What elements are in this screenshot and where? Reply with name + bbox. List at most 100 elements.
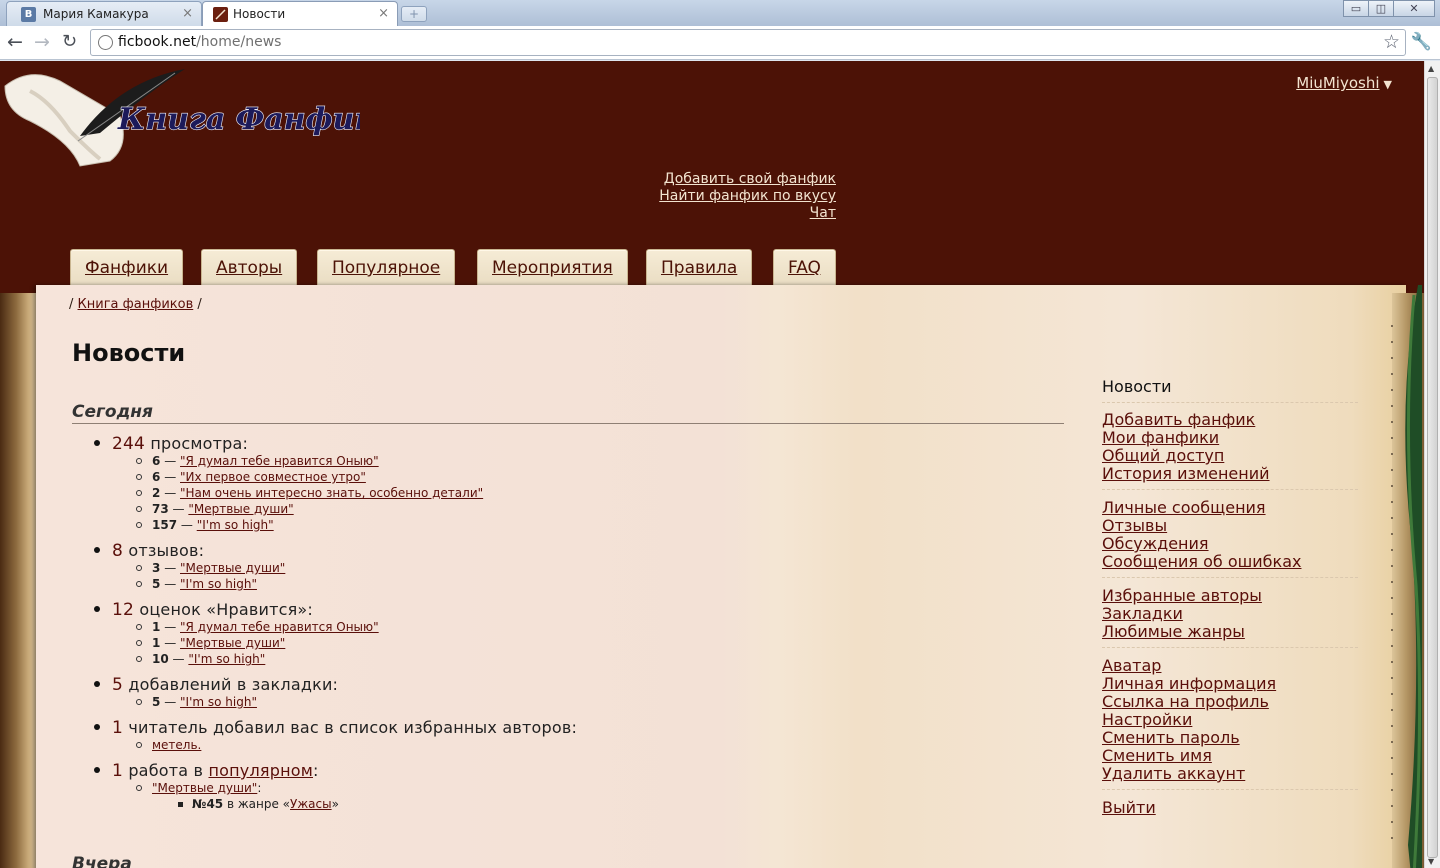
sidebar-title: Новости: [1102, 377, 1358, 403]
stat-popular: 1 работа в популярном: "Мертвые души": №…: [92, 762, 1052, 812]
book-spine: [0, 293, 40, 868]
bullet-icon: [94, 681, 100, 687]
list-item: 5 — "I'm so high": [112, 576, 1052, 592]
nav-tab-rules[interactable]: Правила: [646, 249, 753, 287]
browser-toolbar: ← → ↻ ficbook.net/home/news ☆ 🔧: [0, 26, 1440, 60]
reload-icon[interactable]: ↻: [62, 31, 77, 53]
sidebar-link[interactable]: Ссылка на профиль: [1102, 693, 1358, 711]
user-menu[interactable]: MiuMiyoshi ▼: [1296, 74, 1392, 92]
sidebar-link[interactable]: Отзывы: [1102, 517, 1358, 535]
close-tab-icon[interactable]: ×: [182, 6, 193, 21]
page-scrollbar[interactable]: ▲ ▼: [1424, 61, 1440, 868]
sidebar-link[interactable]: Сменить имя: [1102, 747, 1358, 765]
bullet-icon: [94, 724, 100, 730]
site-logo[interactable]: Книга Фанфиков: [0, 61, 415, 171]
sidebar-link[interactable]: Личные сообщения: [1102, 499, 1358, 517]
sidebar-link[interactable]: Закладки: [1102, 605, 1358, 623]
sidebar-link[interactable]: Настройки: [1102, 711, 1358, 729]
list-item: 1 — "Я думал тебе нравится Оныю": [112, 619, 1052, 635]
stat-views: 244 просмотра: 6 — "Я думал тебе нравитс…: [92, 435, 1052, 533]
scroll-down-arrow-icon[interactable]: ▼: [1428, 857, 1434, 866]
breadcrumb-home-link[interactable]: Книга фанфиков: [78, 297, 194, 312]
add-fanfic-link[interactable]: Добавить свой фанфик: [659, 171, 836, 188]
new-tab-button[interactable]: +: [401, 6, 427, 22]
breadcrumb: / Книга фанфиков /: [69, 297, 202, 312]
sidebar-link[interactable]: Избранные авторы: [1102, 587, 1358, 605]
sidebar-link[interactable]: Общий доступ: [1102, 447, 1358, 465]
fanfic-link[interactable]: "Мертвые души": [180, 561, 285, 575]
bullet-icon: [94, 547, 100, 553]
sidebar-link[interactable]: История изменений: [1102, 465, 1358, 483]
browser-tab-news[interactable]: Новости ×: [202, 1, 398, 26]
tab-title: Мария Камакура: [43, 7, 149, 21]
ivy-decoration-icon: [1391, 285, 1422, 868]
address-bar[interactable]: ficbook.net/home/news ☆: [90, 29, 1406, 56]
fanfic-link[interactable]: "Мертвые души": [188, 502, 293, 516]
list-item: метель.: [112, 737, 1052, 753]
list-item: "Мертвые души":: [112, 780, 1052, 796]
logo-text: Книга Фанфиков: [117, 102, 360, 137]
reader-link[interactable]: метель.: [152, 738, 201, 752]
sidebar-link[interactable]: Удалить аккаунт: [1102, 765, 1358, 783]
chat-link[interactable]: Чат: [659, 205, 836, 222]
stat-likes: 12 оценок «Нравится»: 1 — "Я думал тебе …: [92, 601, 1052, 667]
sidebar-link[interactable]: Сообщения об ошибках: [1102, 553, 1358, 571]
fanfic-link[interactable]: "Я думал тебе нравится Оныю": [180, 620, 379, 634]
sidebar-link[interactable]: Личная информация: [1102, 675, 1358, 693]
fanfic-link[interactable]: "I'm so high": [188, 652, 265, 666]
nav-tab-popular[interactable]: Популярное: [317, 249, 456, 287]
sidebar-link[interactable]: Обсуждения: [1102, 535, 1358, 553]
sidebar-group-works: Добавить фанфик Мои фанфики Общий доступ…: [1102, 411, 1358, 490]
fanfic-link[interactable]: "Мертвые души": [152, 781, 257, 795]
list-item: 73 — "Мертвые души": [112, 501, 1052, 517]
section-today-heading: Сегодня: [72, 402, 1064, 424]
sidebar-link[interactable]: Сменить пароль: [1102, 729, 1358, 747]
fanfic-link[interactable]: "I'm so high": [180, 577, 257, 591]
nav-tab-authors[interactable]: Авторы: [201, 249, 298, 287]
bullet-icon: [94, 440, 100, 446]
nav-tab-fanfics[interactable]: Фанфики: [70, 249, 184, 287]
dropdown-caret-icon[interactable]: ▼: [1384, 78, 1392, 91]
page-title: Новости: [72, 339, 186, 367]
sidebar-link[interactable]: Любимые жанры: [1102, 623, 1358, 641]
account-sidebar: Новости Добавить фанфик Мои фанфики Общи…: [1102, 377, 1358, 832]
nav-tab-faq[interactable]: FAQ: [773, 249, 836, 287]
fanfic-link[interactable]: "Я думал тебе нравится Оныю": [180, 454, 379, 468]
scroll-up-arrow-icon[interactable]: ▲: [1428, 64, 1434, 73]
maximize-window-button[interactable]: ◫: [1368, 0, 1394, 17]
fanfic-link[interactable]: "Нам очень интересно знать, особенно дет…: [180, 486, 483, 500]
sidebar-link[interactable]: Аватар: [1102, 657, 1358, 675]
browser-tab-vk[interactable]: В Мария Камакура ×: [6, 1, 202, 26]
sidebar-group-logout: Выйти: [1102, 799, 1358, 823]
page-viewport: Книга Фанфиков MiuMiyoshi ▼ Добавить свой…: [0, 61, 1424, 868]
wrench-menu-icon[interactable]: 🔧: [1411, 32, 1432, 52]
stat-reviews: 8 отзывов: 3 — "Мертвые души" 5 — "I'm s…: [92, 542, 1052, 592]
popular-link[interactable]: популярном: [208, 761, 313, 780]
bookmark-star-icon[interactable]: ☆: [1383, 31, 1400, 53]
browser-tab-strip: В Мария Камакура × Новости × + ▭ ◫ ✕: [0, 0, 1440, 26]
username[interactable]: MiuMiyoshi: [1296, 74, 1379, 92]
scrollbar-thumb[interactable]: [1427, 77, 1438, 858]
fanfic-link[interactable]: "I'm so high": [180, 695, 257, 709]
close-window-button[interactable]: ✕: [1393, 0, 1435, 17]
header-links: Добавить свой фанфик Найти фанфик по вку…: [659, 171, 836, 222]
sidebar-link[interactable]: Добавить фанфик: [1102, 411, 1358, 429]
ficbook-favicon-icon: [213, 7, 228, 22]
list-item: 6 — "Их первое совместное утро": [112, 469, 1052, 485]
genre-link[interactable]: Ужасы: [290, 797, 332, 811]
fanfic-link[interactable]: "Их первое совместное утро": [180, 470, 366, 484]
find-fanfic-link[interactable]: Найти фанфик по вкусу: [659, 188, 836, 205]
logout-link[interactable]: Выйти: [1102, 799, 1358, 817]
vk-favicon-icon: В: [21, 7, 36, 22]
nav-tab-events[interactable]: Мероприятия: [477, 249, 628, 287]
fanfic-link[interactable]: "I'm so high": [197, 518, 274, 532]
fanfic-link[interactable]: "Мертвые души": [180, 636, 285, 650]
sidebar-link[interactable]: Мои фанфики: [1102, 429, 1358, 447]
forward-arrow-icon[interactable]: →: [34, 31, 50, 53]
close-tab-icon[interactable]: ×: [378, 6, 389, 21]
list-item: 2 — "Нам очень интересно знать, особенно…: [112, 485, 1052, 501]
url-text[interactable]: ficbook.net/home/news: [118, 34, 281, 50]
minimize-window-button[interactable]: ▭: [1343, 0, 1369, 17]
list-item: 5 — "I'm so high": [112, 694, 1052, 710]
back-arrow-icon[interactable]: ←: [7, 31, 23, 53]
